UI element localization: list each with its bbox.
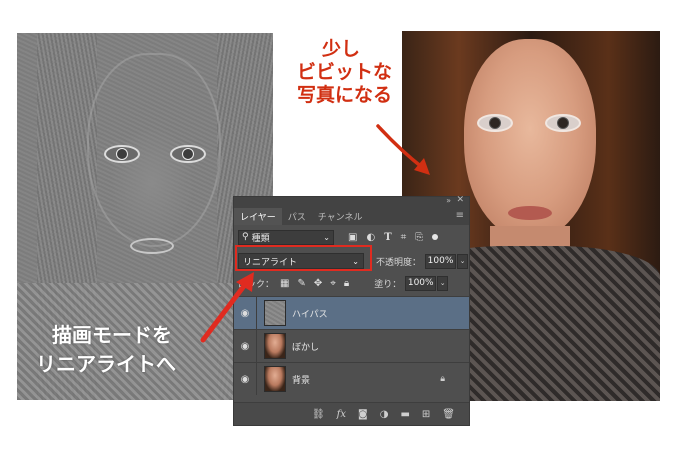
lock-row: ロック： ▦ ✎ ✥ ⌖ 🔒︎ 塗り： 100% ⌄ [234, 274, 469, 292]
layers-bottom-bar: ⛓ fx ◙ ◑ ▬ ⊞ 🗑︎ [234, 402, 469, 425]
tab-channels[interactable]: チャンネル [312, 208, 369, 225]
opacity-dropdown-icon[interactable]: ⌄ [457, 253, 469, 269]
layer-row-highpass[interactable]: ◉ ハイパス [234, 296, 469, 329]
chevron-down-icon: ⌄ [352, 256, 359, 266]
annotation-line: 少し [322, 38, 361, 60]
close-icon[interactable]: ✕ [456, 195, 464, 205]
fill-label: 塗り： [374, 279, 402, 290]
fill-input[interactable]: 100% [405, 275, 437, 291]
adjustment-layer-icon[interactable]: ◑ [380, 409, 389, 420]
lock-all-icon[interactable]: 🔒︎ [344, 278, 349, 289]
panel-title-bar: » ✕ [234, 195, 469, 207]
fx-icon[interactable]: fx [337, 409, 346, 420]
fill-dropdown-icon[interactable]: ⌄ [437, 275, 449, 291]
panel-menu-icon[interactable]: ≡ [456, 210, 464, 221]
lips [130, 238, 174, 254]
layer-thumbnail [264, 300, 286, 326]
left-eye [477, 114, 513, 132]
annotation-line: 描画モードを [52, 323, 172, 347]
filter-toggle[interactable] [432, 234, 439, 240]
layer-thumbnail [264, 333, 286, 359]
annotation-line: ビビットな [297, 60, 393, 83]
new-layer-icon[interactable]: ⊞ [422, 409, 430, 420]
adjustment-filter-icon[interactable]: ◐ [366, 232, 375, 243]
link-layers-icon[interactable]: ⛓ [312, 409, 325, 420]
type-filter-icon[interactable]: T [384, 232, 391, 243]
layer-list: ◉ ハイパス ◉ ぼかし ◉ 背景 🔒︎ [234, 296, 469, 395]
image-filter-icon[interactable]: ▣ [348, 232, 357, 243]
layer-row-background[interactable]: ◉ 背景 🔒︎ [234, 362, 469, 395]
blend-mode-select[interactable]: リニアライト ⌄ [238, 253, 364, 269]
layer-thumbnail [264, 366, 286, 392]
panel-tabs: レイヤー パス チャンネル ≡ [234, 207, 469, 225]
smart-object-filter-icon[interactable]: ⎘ [415, 232, 423, 243]
lock-pixels-icon[interactable]: ✎ [297, 278, 305, 289]
layer-name: ぼかし [292, 342, 320, 353]
blend-mode-annotation: 描画モードを リニアライトへ [36, 321, 176, 379]
visibility-eye-icon[interactable]: ◉ [234, 308, 256, 319]
collapse-icon[interactable]: » [446, 196, 451, 205]
shape-filter-icon[interactable]: ⌗ [401, 232, 407, 243]
chevron-down-icon: ⌄ [323, 232, 330, 242]
add-mask-icon[interactable]: ◙ [358, 409, 368, 420]
visibility-eye-icon[interactable]: ◉ [234, 341, 256, 352]
filter-row: ⚲ 種類 ⌄ ▣ ◐ T ⌗ ⎘ [234, 227, 469, 247]
kind-filter-select[interactable]: ⚲ 種類 ⌄ [238, 229, 334, 245]
lips [508, 206, 552, 220]
lock-artboard-icon[interactable]: ⌖ [330, 278, 336, 289]
blend-mode-value: リニアライト [243, 257, 298, 268]
blend-row: リニアライト ⌄ 不透明度： 100% ⌄ [234, 250, 469, 272]
layer-name: 背景 [292, 375, 311, 386]
tab-layers[interactable]: レイヤー [234, 208, 282, 225]
annotation-line: リニアライトへ [36, 352, 176, 376]
layer-lock-icon: 🔒︎ [440, 374, 445, 384]
result-annotation: 少し ビビットな 写真になる [297, 38, 397, 106]
left-eye [104, 145, 140, 163]
lock-position-icon[interactable]: ✥ [314, 278, 322, 289]
layer-name: ハイパス [292, 309, 328, 320]
new-group-icon[interactable]: ▬ [400, 409, 409, 420]
kind-filter-label: 種類 [251, 233, 270, 244]
tab-paths[interactable]: パス [282, 208, 312, 225]
right-eye [170, 145, 206, 163]
opacity-input[interactable]: 100% [425, 253, 457, 269]
lock-transparency-icon[interactable]: ▦ [280, 278, 289, 289]
layer-row-blur[interactable]: ◉ ぼかし [234, 329, 469, 362]
search-icon: ⚲ [242, 232, 249, 242]
opacity-label: 不透明度： [376, 257, 422, 268]
delete-layer-icon[interactable]: 🗑︎ [442, 409, 455, 420]
annotation-line: 写真になる [297, 83, 393, 106]
lock-label: ロック： [238, 279, 275, 290]
visibility-eye-icon[interactable]: ◉ [234, 374, 256, 385]
layers-panel: » ✕ レイヤー パス チャンネル ≡ ⚲ 種類 ⌄ ▣ ◐ T ⌗ ⎘ リニア… [233, 195, 470, 426]
right-eye [545, 114, 581, 132]
